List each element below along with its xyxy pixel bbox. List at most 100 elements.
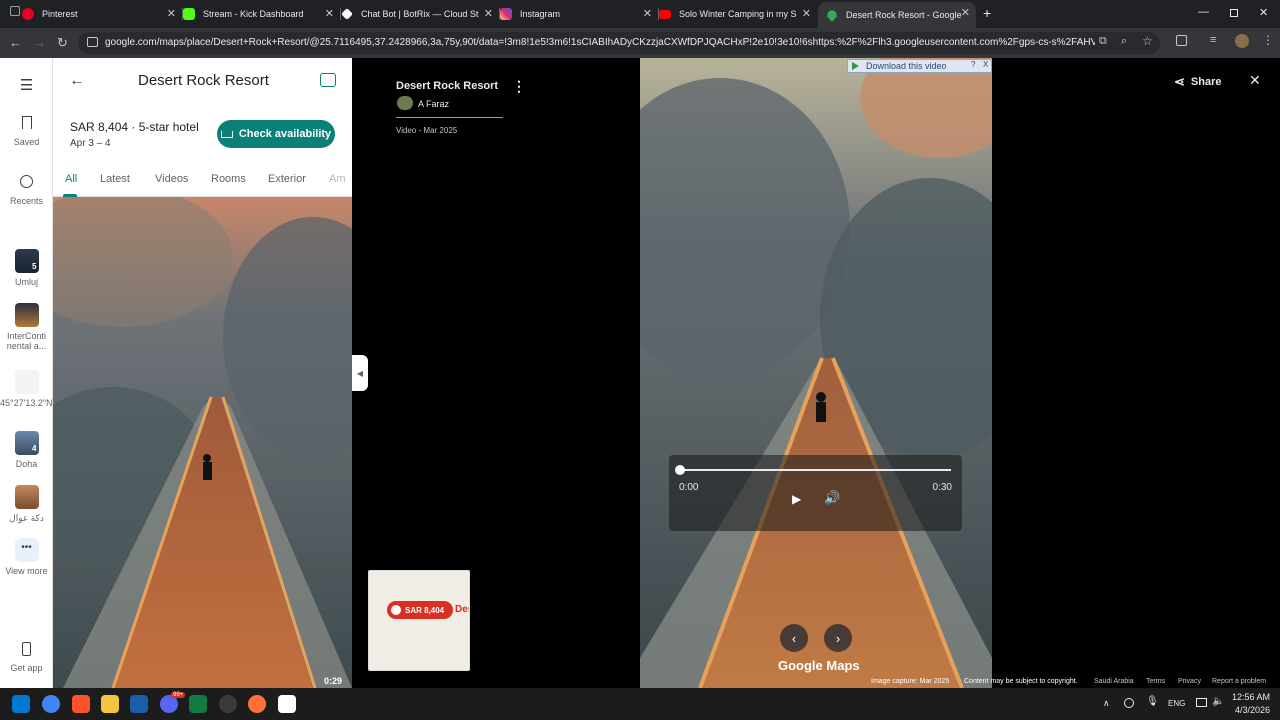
menu-icon[interactable]: ☰ <box>0 76 53 94</box>
more-options-icon[interactable]: ⋮ <box>512 79 526 93</box>
volume-icon[interactable]: 🔊 <box>824 490 840 506</box>
close-tab-icon[interactable]: ✕ <box>643 7 652 20</box>
privacy-link[interactable]: Privacy <box>1178 678 1201 685</box>
recent-place-doha[interactable]: 4 Doha <box>0 431 53 469</box>
place-count-badge: 4 <box>32 444 37 453</box>
close-tab-icon[interactable]: ✕ <box>802 7 811 20</box>
tab-rooms[interactable]: Rooms <box>211 173 246 185</box>
clock-time[interactable]: 12:56 AM <box>1232 692 1270 702</box>
pin-thumbnail <box>14 370 39 394</box>
tab-instagram[interactable]: Instagram ✕ <box>500 3 658 25</box>
close-tab-icon[interactable]: ✕ <box>325 7 334 20</box>
tab-kick[interactable]: Stream - Kick Dashboard ✕ <box>183 3 340 25</box>
rail-saved[interactable]: Saved <box>0 116 53 147</box>
display-icon[interactable] <box>1196 698 1207 707</box>
viewer-place-title[interactable]: Desert Rock Resort <box>396 80 498 92</box>
close-tab-icon[interactable]: ✕ <box>167 7 176 20</box>
chrome-icon[interactable] <box>42 695 60 713</box>
tab-label: Desert Rock Resort - Google M <box>846 10 964 20</box>
sync-icon[interactable] <box>1124 698 1134 708</box>
speaker-icon[interactable]: 🔈 <box>1212 696 1224 707</box>
recent-place-intercontinental[interactable]: InterConti nental a... <box>0 303 53 351</box>
contributor-avatar[interactable] <box>397 96 413 110</box>
address-bar[interactable]: google.com/maps/place/Desert+Rock+Resort… <box>78 32 1160 54</box>
new-tab-button[interactable]: + <box>983 5 991 21</box>
url-text[interactable]: google.com/maps/place/Desert+Rock+Resort… <box>105 37 1095 48</box>
google-maps-icon <box>825 8 839 22</box>
video-thumbnail[interactable]: 0:29 <box>53 197 352 688</box>
seek-handle[interactable] <box>675 465 685 475</box>
clock-date[interactable]: 4/3/2026 <box>1235 705 1270 715</box>
firefox-icon[interactable] <box>248 695 266 713</box>
excel-icon[interactable] <box>189 695 207 713</box>
get-app-button[interactable]: Get app <box>0 642 53 673</box>
forward-icon[interactable]: → <box>33 35 46 51</box>
tab-all[interactable]: All <box>65 173 77 185</box>
back-arrow-icon[interactable]: ← <box>69 72 85 90</box>
collapse-panel-button[interactable]: ◀ <box>352 355 368 391</box>
contributor-name[interactable]: A Faraz <box>418 99 449 109</box>
file-explorer-icon[interactable] <box>101 695 119 713</box>
tab-videos[interactable]: Videos <box>155 173 188 185</box>
tab-amenities[interactable]: Am <box>329 173 346 185</box>
maximize-icon[interactable] <box>1230 9 1238 17</box>
tray-overflow-icon[interactable]: ∧ <box>1103 698 1110 709</box>
minimap-place-label: Des <box>455 604 469 615</box>
tab-label: Stream - Kick Dashboard <box>203 9 304 19</box>
windows-start-icon[interactable] <box>12 695 30 713</box>
rail-recents[interactable]: Recents <box>0 175 53 206</box>
tab-latest[interactable]: Latest <box>100 173 130 185</box>
hotel-price-pin[interactable]: SAR 8,404 <box>387 601 453 619</box>
tab-botrix[interactable]: Chat Bot | BotRix — Cloud Strea ✕ <box>341 3 499 25</box>
media-control-icon[interactable]: ≡ <box>1210 34 1216 46</box>
view-more-button[interactable]: ••• View more <box>0 538 53 577</box>
video-player[interactable] <box>640 58 992 688</box>
terms-link[interactable]: Terms <box>1146 678 1165 685</box>
site-info-icon[interactable] <box>87 37 98 47</box>
minimap[interactable]: SAR 8,404 Des <box>368 570 470 671</box>
stay-dates[interactable]: Apr 3 – 4 <box>70 138 111 149</box>
brave-icon[interactable] <box>72 695 90 713</box>
extensions-icon[interactable] <box>1176 35 1187 46</box>
close-tab-icon[interactable]: ✕ <box>484 7 493 20</box>
reload-icon[interactable]: ↻ <box>57 35 68 51</box>
close-viewer-icon[interactable]: ✕ <box>1249 72 1261 89</box>
download-video-bar[interactable]: Download this video ? X <box>847 59 992 73</box>
recent-place-arabic[interactable]: دكة عوال <box>0 485 53 524</box>
tab-google-maps[interactable]: Desert Rock Resort - Google M ✕ <box>818 2 976 28</box>
download-help-icon[interactable]: ? <box>971 60 975 69</box>
install-app-icon[interactable]: ⧉ <box>1099 35 1107 48</box>
tab-exterior[interactable]: Exterior <box>268 173 306 185</box>
recent-place-umluj[interactable]: 5 Umluj <box>0 249 53 287</box>
browser-menu-icon[interactable]: ⋮ <box>1262 33 1274 47</box>
next-media-button[interactable]: › <box>824 624 852 652</box>
obs-icon[interactable] <box>219 695 237 713</box>
recent-place-coordinates[interactable]: 45°27'13.2"N... <box>0 370 60 408</box>
tab-search-icon[interactable] <box>10 6 20 16</box>
previous-media-button[interactable]: ‹ <box>780 624 808 652</box>
close-tab-icon[interactable]: ✕ <box>961 6 970 19</box>
app-icon[interactable] <box>278 695 296 713</box>
tab-youtube[interactable]: Solo Winter Camping in my Sup ✕ <box>659 3 817 25</box>
download-close-icon[interactable]: X <box>983 60 988 69</box>
minimize-icon[interactable]: — <box>1198 6 1209 18</box>
back-icon[interactable]: ← <box>9 35 22 51</box>
more-dots-icon: ••• <box>14 538 39 562</box>
microphone-icon[interactable]: 🎙 <box>1146 696 1159 707</box>
zoom-icon[interactable]: ⌕ <box>1121 35 1127 48</box>
window-close-icon[interactable]: ✕ <box>1259 6 1268 19</box>
bookmark-star-icon[interactable]: ☆ <box>1142 34 1153 48</box>
check-availability-button[interactable]: Check availability <box>217 120 335 148</box>
share-button[interactable]: ⋖ Share <box>1174 74 1221 90</box>
profile-avatar[interactable] <box>1235 34 1249 48</box>
add-photo-icon[interactable] <box>320 73 336 87</box>
language-indicator[interactable]: ENG <box>1168 699 1185 708</box>
seek-bar[interactable] <box>680 469 951 471</box>
report-problem-link[interactable]: Report a problem <box>1212 678 1266 685</box>
steam-icon[interactable] <box>130 695 148 713</box>
country-label[interactable]: Saudi Arabia <box>1094 678 1134 685</box>
tab-pinterest[interactable]: Pinterest ✕ <box>22 3 182 25</box>
botrix-icon <box>341 8 353 20</box>
media-date: Video - Mar 2025 <box>396 126 458 135</box>
play-icon[interactable]: ▶ <box>792 492 801 506</box>
